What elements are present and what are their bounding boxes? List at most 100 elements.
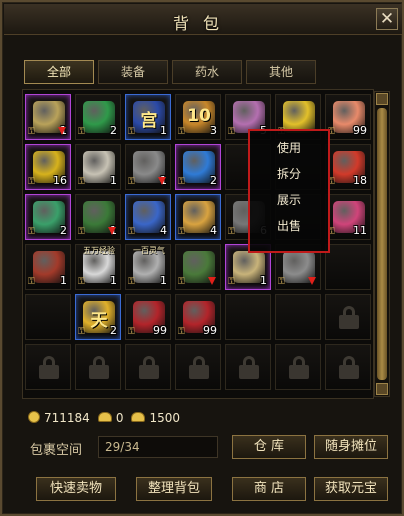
capacity-value: 29/34 xyxy=(98,436,218,458)
locked-slot[interactable] xyxy=(275,344,321,390)
currency-bar: 711184 0 1500 xyxy=(28,411,180,427)
warehouse-button[interactable]: 仓 库 xyxy=(232,435,306,459)
inventory-slot[interactable]: ⚿ 99 xyxy=(325,94,371,140)
bound-lock-icon: ⚿ xyxy=(178,127,185,137)
menu-item-sell[interactable]: 出售 xyxy=(250,217,328,234)
inventory-slot[interactable]: ⚿ 11 xyxy=(325,194,371,240)
menu-item-use[interactable]: 使用 xyxy=(250,139,328,156)
bound-lock-icon: ⚿ xyxy=(178,327,185,337)
locked-slot[interactable] xyxy=(25,344,71,390)
menu-item-split[interactable]: 拆分 xyxy=(250,165,328,182)
lock-icon xyxy=(89,356,109,379)
inventory-slot[interactable]: 宫 ⚿ 1 xyxy=(125,94,171,140)
scroll-up-icon[interactable] xyxy=(376,93,388,105)
item-quantity: 2 xyxy=(60,224,67,237)
bound-lock-icon: ⚿ xyxy=(78,277,85,287)
scrollbar[interactable] xyxy=(374,91,390,397)
inventory-slot[interactable]: ⚿ xyxy=(175,244,221,290)
locked-slot[interactable] xyxy=(175,344,221,390)
locked-slot[interactable] xyxy=(325,344,371,390)
scroll-down-icon[interactable] xyxy=(376,383,388,395)
bound-lock-icon: ⚿ xyxy=(128,327,135,337)
ingot-icon xyxy=(131,412,146,422)
close-icon[interactable]: ✕ xyxy=(376,8,398,30)
inventory-slot[interactable]: ⚿ 4 xyxy=(125,194,171,240)
item-quantity: 1 xyxy=(160,274,167,287)
bound-lock-icon: ⚿ xyxy=(28,277,35,287)
bound-lock-icon: ⚿ xyxy=(228,227,235,237)
item-quantity: 1 xyxy=(60,274,67,287)
inventory-slot[interactable]: ⚿ 99 xyxy=(125,294,171,340)
inventory-slot[interactable]: ⚿ 99 xyxy=(175,294,221,340)
stall-button[interactable]: 随身摊位 xyxy=(314,435,388,459)
inventory-window: 背包 ✕ 全部 装备 药水 其他 ⚿1⚿2宫⚿110⚿3⚿5⚿⚿99⚿16⚿1⚿… xyxy=(0,0,404,516)
sort-bag-button[interactable]: 整理背包 xyxy=(136,477,212,501)
locked-slot[interactable] xyxy=(125,344,171,390)
downgrade-arrow-icon xyxy=(108,227,116,235)
inventory-slot[interactable]: ⚿ 2 xyxy=(25,194,71,240)
bound-lock-icon: ⚿ xyxy=(78,227,85,237)
ingot-amount: 1500 xyxy=(149,411,180,425)
bound-lock-icon: ⚿ xyxy=(278,277,285,287)
gold-amount: 711184 xyxy=(44,411,90,425)
bound-lock-icon: ⚿ xyxy=(128,227,135,237)
bound-lock-icon: ⚿ xyxy=(128,127,135,137)
menu-item-show[interactable]: 展示 xyxy=(250,191,328,208)
bound-lock-icon: ⚿ xyxy=(228,277,235,287)
empty-slot[interactable] xyxy=(275,294,321,340)
empty-slot[interactable] xyxy=(225,294,271,340)
inventory-slot[interactable]: ⚿ 1 xyxy=(125,144,171,190)
inventory-slot[interactable]: 一百灵气 ⚿ 1 xyxy=(125,244,171,290)
item-quantity: 4 xyxy=(160,224,167,237)
downgrade-arrow-icon xyxy=(308,277,316,285)
get-yuanbao-button[interactable]: 获取元宝 xyxy=(314,477,388,501)
empty-slot[interactable] xyxy=(325,244,371,290)
inventory-slot[interactable]: ⚿ 2 xyxy=(75,94,121,140)
downgrade-arrow-icon xyxy=(208,277,216,285)
tab-all[interactable]: 全部 xyxy=(24,60,94,84)
item-quantity: 11 xyxy=(353,224,367,237)
item-quantity: 99 xyxy=(353,124,367,137)
item-caption: 一百灵气 xyxy=(133,246,165,255)
item-quantity: 1 xyxy=(260,274,267,287)
inventory-slot[interactable]: ⚿ 4 xyxy=(175,194,221,240)
bound-ingot-amount: 0 xyxy=(115,411,124,425)
item-quantity: 99 xyxy=(153,324,167,337)
locked-slot[interactable] xyxy=(325,294,371,340)
inventory-slot[interactable]: ⚿ 1 xyxy=(25,94,71,140)
capacity-label: 包裹空间 xyxy=(30,443,83,458)
quick-sell-button[interactable]: 快速卖物 xyxy=(36,477,116,501)
item-glyph: 10 xyxy=(187,106,211,126)
tab-equipment[interactable]: 装备 xyxy=(98,60,168,84)
title-bar[interactable]: 背包 ✕ xyxy=(4,4,402,35)
context-menu: 使用 拆分 展示 出售 xyxy=(248,129,330,253)
scroll-thumb[interactable] xyxy=(377,108,387,380)
tab-other[interactable]: 其他 xyxy=(246,60,316,84)
inventory-slot[interactable]: 五万经验 ⚿ 1 xyxy=(75,244,121,290)
item-quantity: 2 xyxy=(210,174,217,187)
item-quantity: 2 xyxy=(110,324,117,337)
inventory-slot[interactable]: ⚿ 2 xyxy=(175,144,221,190)
item-quantity: 4 xyxy=(210,224,217,237)
bound-lock-icon: ⚿ xyxy=(178,227,185,237)
bound-lock-icon: ⚿ xyxy=(178,277,185,287)
inventory-slot[interactable]: 天 ⚿ 2 xyxy=(75,294,121,340)
locked-slot[interactable] xyxy=(75,344,121,390)
item-quantity: 1 xyxy=(110,274,117,287)
empty-slot[interactable] xyxy=(25,294,71,340)
inventory-slot[interactable]: 10 ⚿ 3 xyxy=(175,94,221,140)
gold-coin-icon xyxy=(28,411,40,423)
locked-slot[interactable] xyxy=(225,344,271,390)
inventory-slot[interactable]: ⚿ 1 xyxy=(25,244,71,290)
inventory-slot[interactable]: ⚿ 1 xyxy=(75,144,121,190)
shop-button[interactable]: 商 店 xyxy=(232,477,306,501)
bound-lock-icon: ⚿ xyxy=(78,127,85,137)
item-quantity: 2 xyxy=(110,124,117,137)
lock-icon xyxy=(39,356,59,379)
tab-potions[interactable]: 药水 xyxy=(172,60,242,84)
bound-ingot-icon xyxy=(97,412,112,422)
downgrade-arrow-icon xyxy=(158,177,166,185)
inventory-slot[interactable]: ⚿ 1 xyxy=(75,194,121,240)
inventory-slot[interactable]: ⚿ 16 xyxy=(25,144,71,190)
inventory-slot[interactable]: ⚿ 18 xyxy=(325,144,371,190)
